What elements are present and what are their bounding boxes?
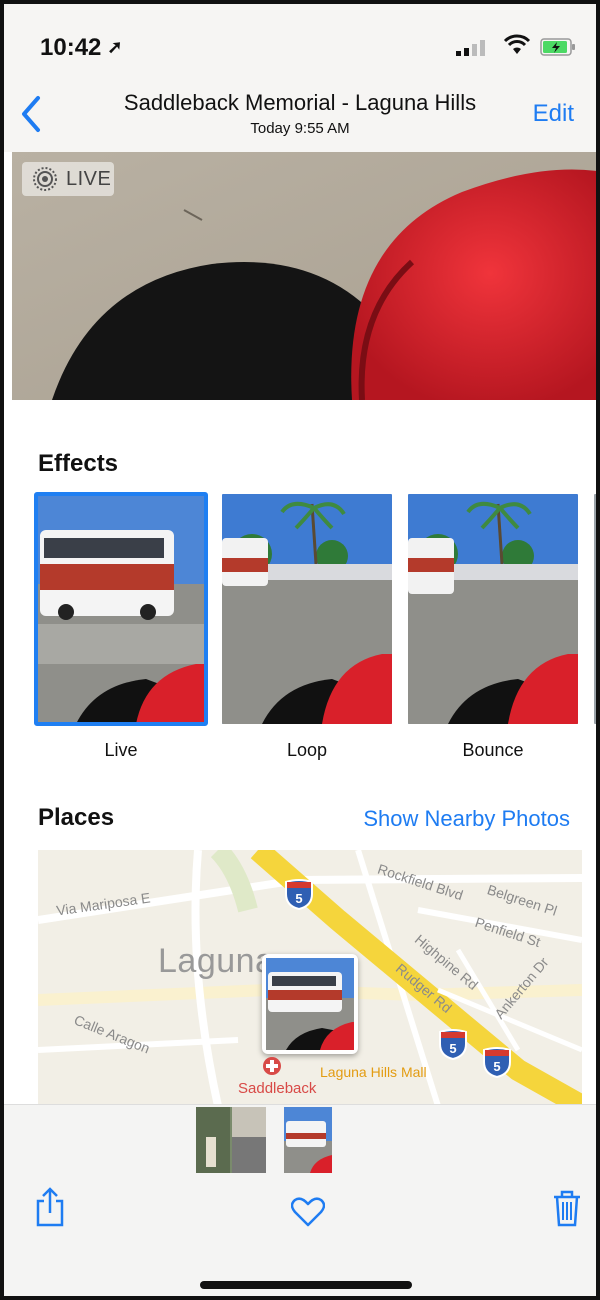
cellular-signal-icon — [456, 40, 485, 56]
bottom-toolbar — [4, 1104, 596, 1296]
live-badge[interactable]: LIVE — [22, 162, 114, 196]
nav-title: Saddleback Memorial - Laguna Hills — [123, 90, 477, 115]
effect-label-loop: Loop — [286, 740, 328, 760]
interstate-shield-icon: 5 — [285, 879, 313, 910]
hospital-icon — [263, 1057, 281, 1075]
interstate-shield-number: 5 — [449, 1041, 456, 1056]
places-map[interactable]: Via Mariposa E Rockfield Blvd Belgreen P… — [38, 850, 582, 1106]
effect-thumb-partial[interactable] — [594, 494, 596, 724]
trash-icon[interactable] — [552, 1189, 582, 1227]
map-place-label: Laguna — [158, 942, 275, 980]
nav-subtitle: Today 9:55 AM — [250, 120, 350, 137]
filmstrip-thumb[interactable] — [196, 1107, 266, 1173]
filmstrip-thumb-image — [196, 1107, 266, 1173]
location-arrow-icon: ➚ — [107, 37, 123, 57]
wifi-icon — [503, 34, 531, 54]
effect-label-live: Live — [104, 740, 138, 760]
effect-thumb-bounce[interactable] — [408, 494, 578, 724]
effect-thumb-bounce-image — [408, 494, 578, 724]
edit-button[interactable]: Edit — [533, 100, 574, 128]
map-photo-thumbnail — [266, 958, 354, 1050]
share-icon[interactable] — [34, 1187, 66, 1227]
interstate-shield-number: 5 — [493, 1059, 500, 1074]
navigation-bar: Saddleback Memorial - Laguna Hills Today… — [4, 84, 596, 152]
map-photo-pin[interactable] — [262, 954, 358, 1054]
battery-charging-icon — [540, 38, 575, 56]
main-photo[interactable]: LIVE — [12, 152, 596, 400]
heart-icon[interactable] — [291, 1197, 325, 1227]
live-badge-label: LIVE — [66, 168, 112, 190]
filmstrip-thumb-current-image — [284, 1107, 332, 1173]
effect-thumb-live-image — [36, 494, 206, 724]
effect-thumb-live[interactable] — [34, 492, 208, 726]
live-photo-icon — [33, 167, 57, 191]
interstate-shield-number: 5 — [295, 891, 302, 906]
show-nearby-photos-link[interactable]: Show Nearby Photos — [363, 806, 570, 832]
places-heading: Places — [38, 804, 115, 831]
effect-thumb-loop-image — [222, 494, 392, 724]
effects-heading: Effects — [38, 450, 119, 477]
photo-detail-screen: 10:42 ➚ Saddleback Memorial - Laguna Hill… — [0, 0, 600, 1300]
status-bar: 10:42 ➚ — [4, 4, 596, 84]
map-hospital-label: Saddleback — [238, 1080, 317, 1097]
map-mall-label: Laguna Hills Mall — [320, 1064, 427, 1080]
interstate-shield-icon: 5 — [483, 1047, 511, 1078]
filmstrip-thumb-current[interactable] — [284, 1107, 332, 1173]
effect-thumb-loop[interactable] — [222, 494, 392, 724]
interstate-shield-icon: 5 — [439, 1029, 467, 1060]
status-time: 10:42 ➚ — [40, 34, 123, 61]
effect-label-bounce: Bounce — [462, 740, 524, 760]
home-indicator[interactable] — [200, 1281, 412, 1289]
